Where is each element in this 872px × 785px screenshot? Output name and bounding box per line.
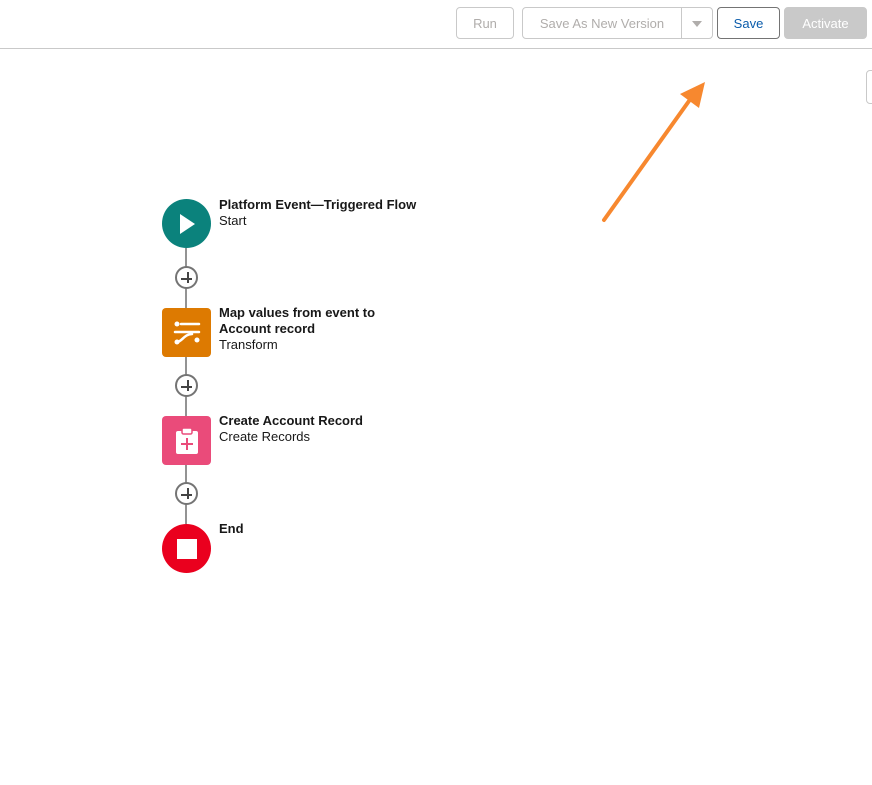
flow-builder-toolbar: Run Save As New Version Save Activate [0, 0, 872, 49]
transform-icon [173, 321, 200, 344]
end-node[interactable] [162, 524, 211, 573]
run-button[interactable]: Run [456, 7, 514, 39]
play-icon [179, 213, 195, 234]
transform-node[interactable] [162, 308, 211, 357]
create-records-icon [175, 426, 198, 454]
transform-node-title-line1: Map values from event to [219, 305, 376, 320]
end-node-label: End [219, 521, 244, 537]
activate-button[interactable]: Activate [784, 7, 867, 39]
end-node-title: End [219, 521, 244, 536]
stop-icon [176, 538, 197, 559]
save-button[interactable]: Save [717, 7, 780, 39]
add-element-button[interactable] [175, 482, 198, 505]
add-element-button[interactable] [175, 266, 198, 289]
transform-node-type: Transform [219, 337, 278, 352]
create-records-node[interactable] [162, 416, 211, 465]
transform-node-label: Map values from event to Account record … [219, 305, 375, 353]
create-records-node-label: Create Account Record Create Records [219, 413, 363, 445]
toolbox-panel-toggle[interactable] [866, 70, 872, 104]
save-as-new-version-button[interactable]: Save As New Version [522, 7, 682, 39]
start-node-type: Start [219, 213, 247, 228]
transform-node-title-line2: Account record [219, 321, 316, 336]
start-node-label: Platform Event—Triggered Flow Start [219, 197, 416, 229]
start-node[interactable] [162, 199, 211, 248]
start-node-title: Platform Event—Triggered Flow [219, 197, 417, 212]
create-records-node-type: Create Records [219, 429, 311, 444]
save-options-dropdown-button[interactable] [681, 7, 713, 39]
chevron-down-icon [692, 21, 702, 27]
create-records-node-title: Create Account Record [219, 413, 363, 428]
annotation-arrow-icon [602, 82, 705, 222]
add-element-button[interactable] [175, 374, 198, 397]
